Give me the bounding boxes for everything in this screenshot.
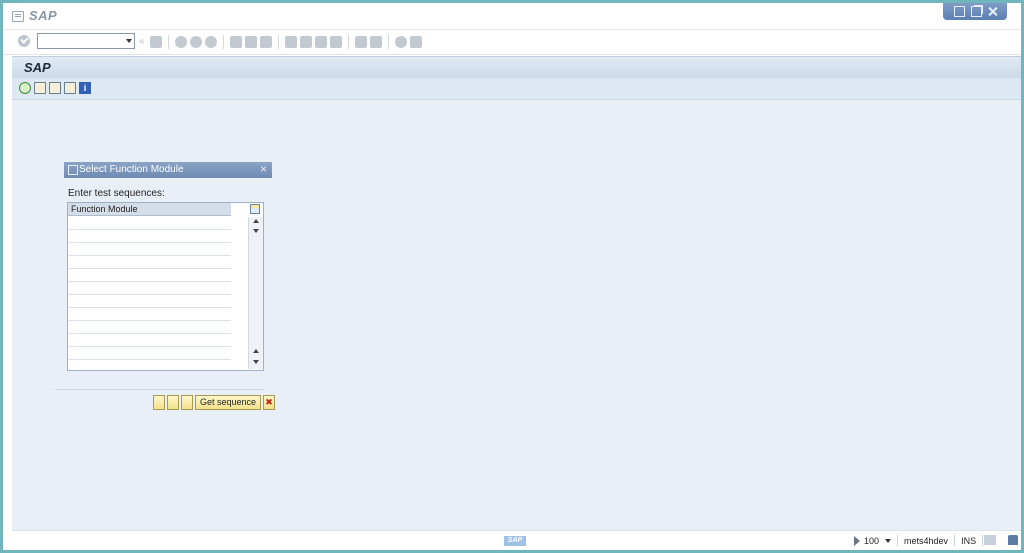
dialog-icon — [68, 165, 78, 175]
delete-row-button[interactable] — [181, 395, 193, 410]
table-row[interactable] — [68, 308, 231, 321]
close-icon[interactable]: × — [260, 162, 267, 176]
toolbar-separator — [223, 35, 224, 49]
dialog-footer-actions: Get sequence ✖ — [153, 395, 276, 410]
table-row[interactable] — [68, 295, 231, 308]
table-row[interactable] — [68, 347, 231, 360]
lock-icon[interactable] — [1008, 535, 1018, 545]
test-data-icon[interactable] — [49, 82, 61, 94]
info-icon[interactable]: i — [79, 82, 91, 94]
chevron-down-icon[interactable] — [126, 39, 132, 43]
command-field[interactable] — [37, 33, 135, 49]
get-sequence-button[interactable]: Get sequence — [195, 395, 262, 410]
work-area: Select Function Module × Enter test sequ… — [12, 100, 1021, 530]
table-row[interactable] — [68, 217, 231, 230]
restore-icon[interactable] — [970, 6, 982, 17]
toolbar-separator — [388, 35, 389, 49]
page-title: SAP — [24, 60, 51, 75]
column-header-function-module[interactable]: Function Module — [68, 203, 231, 216]
find-next-icon[interactable] — [260, 36, 272, 48]
scroll-up-icon[interactable] — [253, 349, 259, 353]
table-row[interactable] — [68, 282, 231, 295]
status-separator — [954, 535, 956, 546]
status-separator — [982, 535, 984, 546]
cancel-button[interactable]: ✖ — [263, 395, 276, 410]
execute-button[interactable] — [153, 395, 165, 410]
execute-icon[interactable] — [19, 82, 31, 94]
function-module-table: Function Module — [67, 202, 264, 371]
find-icon[interactable] — [245, 36, 257, 48]
next-page-icon[interactable] — [315, 36, 327, 48]
insert-row-button[interactable] — [167, 395, 179, 410]
sap-logo: SAP — [504, 536, 526, 546]
cancel-icon[interactable] — [205, 36, 217, 48]
application-toolbar-icons: i — [19, 82, 91, 94]
status-info: 100 mets4hdev INS — [864, 535, 984, 546]
table-row[interactable] — [68, 269, 231, 282]
select-function-module-dialog: Select Function Module × Enter test sequ… — [64, 162, 272, 371]
layout-icon[interactable] — [410, 36, 422, 48]
dialog-header: Select Function Module × — [64, 162, 272, 178]
table-row[interactable] — [68, 230, 231, 243]
status-separator — [897, 535, 899, 546]
menu-icon[interactable] — [12, 11, 24, 22]
status-bar: SAP 100 mets4hdev INS — [12, 530, 1021, 550]
sequence-icon[interactable] — [64, 82, 76, 94]
last-page-icon[interactable] — [330, 36, 342, 48]
history-icon[interactable]: « — [139, 36, 147, 48]
scroll-down-icon[interactable] — [253, 360, 259, 364]
table-scrollbar[interactable] — [248, 217, 263, 369]
previous-page-icon[interactable] — [300, 36, 312, 48]
table-settings-icon[interactable] — [250, 204, 260, 214]
connection-icon[interactable] — [984, 535, 996, 545]
table-row[interactable] — [68, 256, 231, 269]
table-row[interactable] — [68, 243, 231, 256]
input-mode[interactable]: INS — [961, 536, 976, 546]
app-header: SAP — [12, 56, 1021, 78]
table-row[interactable] — [68, 321, 231, 334]
save-icon[interactable] — [150, 36, 162, 48]
zoom-level[interactable]: 100 — [864, 536, 879, 546]
test-sequences-label: Enter test sequences: — [68, 188, 165, 199]
first-page-icon[interactable] — [285, 36, 297, 48]
toolbar-separator — [348, 35, 349, 49]
shortcut-icon[interactable] — [370, 36, 382, 48]
window-title: SAP — [29, 8, 58, 23]
print-icon[interactable] — [230, 36, 242, 48]
enter-icon[interactable] — [18, 35, 30, 47]
exit-icon[interactable] — [190, 36, 202, 48]
new-session-icon[interactable] — [355, 36, 367, 48]
title-bar: SAP — [3, 3, 1021, 30]
application-toolbar: i — [12, 78, 1021, 100]
back-icon[interactable] — [175, 36, 187, 48]
table-row[interactable] — [68, 334, 231, 347]
scroll-up-icon[interactable] — [253, 219, 259, 223]
close-icon[interactable] — [988, 7, 997, 16]
dialog-footer-divider — [55, 389, 263, 390]
sap-window: SAP « SAP i Select Function Module × Ent… — [3, 3, 1021, 550]
chevron-down-icon[interactable] — [885, 538, 892, 543]
variant-icon[interactable] — [34, 82, 46, 94]
help-icon[interactable] — [395, 36, 407, 48]
window-controls — [943, 3, 1007, 20]
system-toolbar: « — [3, 30, 1021, 55]
toolbar-separator — [168, 35, 169, 49]
play-icon[interactable] — [854, 536, 860, 546]
minimize-icon[interactable] — [953, 6, 965, 17]
toolbar-separator — [278, 35, 279, 49]
toolbar-icons: « — [139, 34, 422, 50]
system-name: mets4hdev — [904, 535, 949, 546]
dialog-title: Select Function Module — [79, 164, 184, 175]
scroll-down-icon[interactable] — [253, 229, 259, 233]
status-icons — [984, 535, 1018, 545]
